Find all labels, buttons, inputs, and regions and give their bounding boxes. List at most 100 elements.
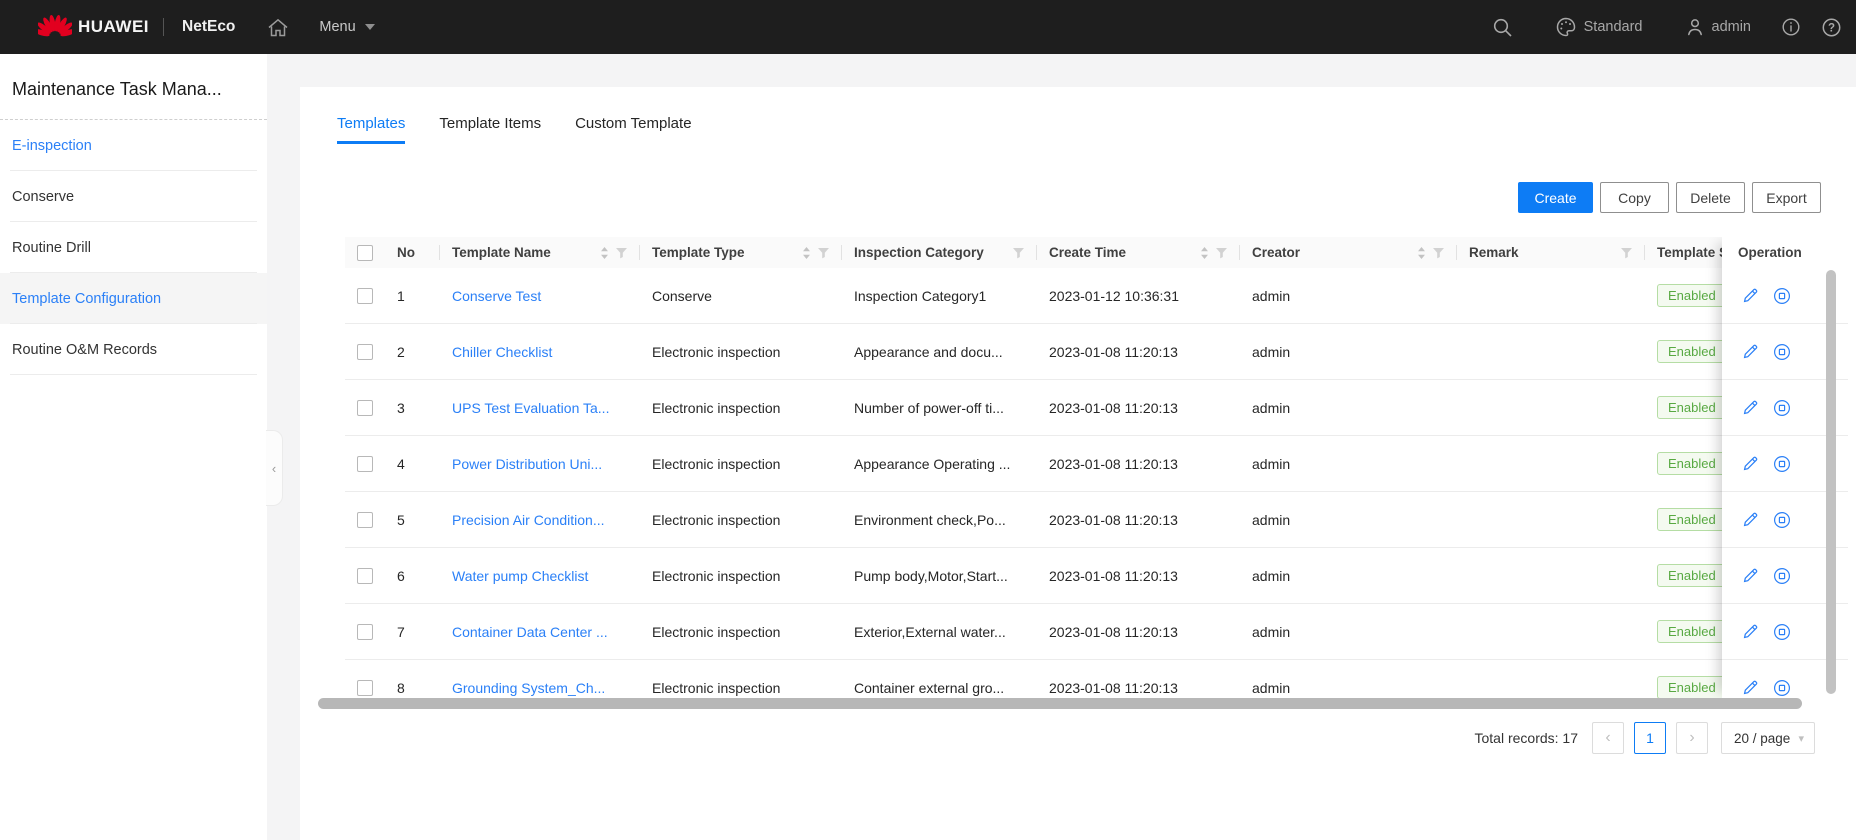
page-title: Maintenance Task Mana... xyxy=(0,54,267,120)
template-name-link[interactable]: Chiller Checklist xyxy=(452,344,552,360)
disable-icon[interactable] xyxy=(1773,679,1791,697)
edit-icon[interactable] xyxy=(1742,399,1759,416)
export-button[interactable]: Export xyxy=(1752,182,1821,213)
cell-no: 7 xyxy=(397,623,405,640)
templates-table: No Template Name Template Type Inspectio… xyxy=(345,237,1848,698)
toolbar: Create Copy Delete Export xyxy=(1518,182,1821,213)
edit-icon[interactable] xyxy=(1742,623,1759,640)
disable-icon[interactable] xyxy=(1773,455,1791,473)
disable-icon[interactable] xyxy=(1773,623,1791,641)
sort-icon[interactable] xyxy=(1417,246,1426,260)
sort-icon[interactable] xyxy=(600,246,609,260)
filter-icon[interactable] xyxy=(615,247,628,259)
row-checkbox[interactable] xyxy=(357,399,373,416)
top-bar: HUAWEI NetEco Menu Standard admin ? xyxy=(0,0,1856,54)
header-checkbox-cell xyxy=(345,237,385,268)
cell-creator: admin xyxy=(1252,343,1291,360)
cell-template-type: Electronic inspection xyxy=(652,399,781,416)
disable-icon[interactable] xyxy=(1773,287,1791,305)
prev-page-button[interactable]: ‹ xyxy=(1592,722,1624,754)
filter-icon[interactable] xyxy=(817,247,830,259)
row-checkbox[interactable] xyxy=(357,567,373,584)
info-button[interactable] xyxy=(1781,17,1801,37)
disable-icon[interactable] xyxy=(1773,567,1791,585)
tab-custom-template[interactable]: Custom Template xyxy=(575,115,691,144)
home-button[interactable] xyxy=(267,17,289,38)
filter-icon[interactable] xyxy=(1012,247,1025,259)
vertical-scrollbar[interactable] xyxy=(1826,270,1836,694)
create-button[interactable]: Create xyxy=(1518,182,1593,213)
row-checkbox[interactable] xyxy=(357,511,373,528)
column-header[interactable]: No xyxy=(385,237,440,268)
menu-button[interactable]: Menu xyxy=(319,19,375,35)
column-header[interactable]: Template Type xyxy=(640,237,842,268)
page-size-label: 20 / page xyxy=(1734,730,1791,746)
sidebar-item-routine-o-m-records[interactable]: Routine O&M Records xyxy=(0,324,267,375)
page-number-button[interactable]: 1 xyxy=(1634,722,1666,754)
chevron-right-icon: › xyxy=(1689,729,1695,746)
huawei-logo-icon xyxy=(38,14,72,40)
template-name-link[interactable]: Water pump Checklist xyxy=(452,568,588,584)
row-checkbox-cell xyxy=(345,660,385,698)
row-checkbox[interactable] xyxy=(357,287,373,304)
template-name-link[interactable]: Container Data Center ... xyxy=(452,624,608,640)
cell-template-status: Enabled xyxy=(1645,436,1722,491)
edit-icon[interactable] xyxy=(1742,511,1759,528)
copy-button[interactable]: Copy xyxy=(1600,182,1669,213)
user-menu[interactable]: admin xyxy=(1685,17,1751,37)
edit-icon[interactable] xyxy=(1742,455,1759,472)
filter-icon[interactable] xyxy=(1215,247,1228,259)
template-name-link[interactable]: Precision Air Condition... xyxy=(452,512,605,528)
row-checkbox[interactable] xyxy=(357,623,373,640)
edit-icon[interactable] xyxy=(1742,287,1759,304)
template-name-link[interactable]: Power Distribution Uni... xyxy=(452,456,602,472)
sort-icon[interactable] xyxy=(1200,246,1209,260)
template-name-link[interactable]: Conserve Test xyxy=(452,288,541,304)
edit-icon[interactable] xyxy=(1742,567,1759,584)
search-button[interactable] xyxy=(1492,17,1513,38)
tab-templates[interactable]: Templates xyxy=(337,115,406,144)
row-checkbox[interactable] xyxy=(357,679,373,696)
cell-inspection-category: Inspection Category1 xyxy=(854,287,987,304)
column-header[interactable]: Template S xyxy=(1645,237,1722,268)
sidebar-item-template-configuration[interactable]: Template Configuration xyxy=(0,273,267,324)
template-name-link[interactable]: UPS Test Evaluation Ta... xyxy=(452,400,609,416)
column-header[interactable]: Inspection Category xyxy=(842,237,1037,268)
cell-no: 2 xyxy=(397,343,405,360)
column-header[interactable]: Creator xyxy=(1240,237,1457,268)
edit-icon[interactable] xyxy=(1742,343,1759,360)
column-header[interactable]: Remark xyxy=(1457,237,1645,268)
table-row: 1 Conserve Test Conserve Inspection Cate… xyxy=(345,268,1848,324)
sort-icon[interactable] xyxy=(802,246,811,260)
horizontal-scrollbar[interactable] xyxy=(318,698,1802,709)
sidebar-item-routine-drill[interactable]: Routine Drill xyxy=(0,222,267,273)
cell-inspection-category: Appearance Operating ... xyxy=(854,455,1011,472)
cell-remark xyxy=(1457,268,1645,323)
cell-template-type: Electronic inspection xyxy=(652,455,781,472)
sidebar-collapse-button[interactable]: ‹ xyxy=(266,430,283,506)
select-all-checkbox[interactable] xyxy=(357,244,373,261)
sidebar-item-conserve[interactable]: Conserve xyxy=(0,171,267,222)
disable-icon[interactable] xyxy=(1773,399,1791,417)
theme-selector[interactable]: Standard xyxy=(1555,16,1643,38)
sidebar-item-e-inspection[interactable]: E-inspection xyxy=(0,120,267,171)
cell-template-type: Conserve xyxy=(652,287,712,304)
filter-icon[interactable] xyxy=(1620,247,1633,259)
template-name-link[interactable]: Grounding System_Ch... xyxy=(452,680,605,696)
column-header[interactable]: Create Time xyxy=(1037,237,1240,268)
filter-icon[interactable] xyxy=(1432,247,1445,259)
page-size-select[interactable]: 20 / page ▾ xyxy=(1721,722,1815,754)
disable-icon[interactable] xyxy=(1773,343,1791,361)
table-row: 3 UPS Test Evaluation Ta... Electronic i… xyxy=(345,380,1848,436)
delete-button[interactable]: Delete xyxy=(1676,182,1745,213)
next-page-button[interactable]: › xyxy=(1676,722,1708,754)
column-header[interactable]: Template Name xyxy=(440,237,640,268)
row-checkbox-cell xyxy=(345,324,385,379)
disable-icon[interactable] xyxy=(1773,511,1791,529)
row-checkbox[interactable] xyxy=(357,455,373,472)
tab-template-items[interactable]: Template Items xyxy=(439,115,541,144)
row-checkbox-cell xyxy=(345,268,385,323)
row-checkbox[interactable] xyxy=(357,343,373,360)
help-button[interactable]: ? xyxy=(1821,17,1842,38)
edit-icon[interactable] xyxy=(1742,679,1759,696)
